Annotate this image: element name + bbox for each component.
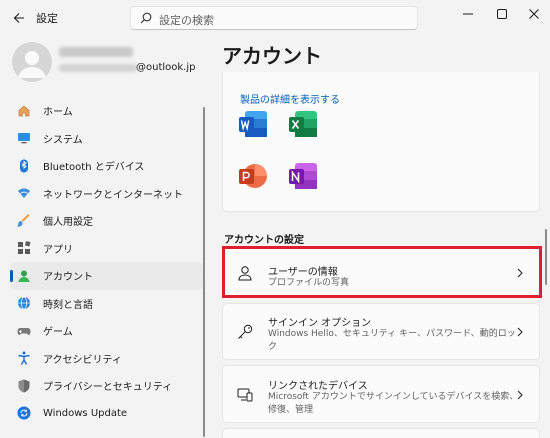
settings-row-linked-devices[interactable]: リンクされたデバイス Microsoft アカウントでサインインしているデバイス… bbox=[222, 365, 540, 423]
sidebar-item-apps[interactable]: アプリ bbox=[10, 235, 203, 263]
settings-row-your-info[interactable]: ユーザーの情報 プロファイルの写真 bbox=[222, 246, 540, 298]
default-user-icon bbox=[18, 51, 46, 78]
sidebar-item-label: ゲーム bbox=[43, 327, 73, 339]
user-email-redacted bbox=[59, 64, 137, 72]
brush-icon bbox=[17, 213, 31, 228]
sidebar-item-windows-update[interactable]: Windows Update bbox=[10, 400, 203, 428]
sidebar-item-bluetooth[interactable]: Bluetooth とデバイス bbox=[10, 152, 203, 180]
office-products-card: 製品の詳細を表示する bbox=[222, 72, 540, 212]
user-profile: @outlook.jp bbox=[12, 42, 212, 82]
sidebar-item-label: アプリ bbox=[43, 244, 73, 256]
sidebar-item-home[interactable]: ホーム bbox=[10, 97, 203, 125]
sidebar-item-personalization[interactable]: 個人用設定 bbox=[10, 207, 203, 235]
sidebar-item-label: アクセシビリティ bbox=[43, 354, 122, 366]
onenote-icon[interactable] bbox=[287, 160, 319, 192]
maximize-icon bbox=[497, 9, 507, 19]
sidebar-item-label: Windows Update bbox=[43, 407, 128, 419]
sidebar-item-gaming[interactable]: ゲーム bbox=[10, 317, 203, 345]
bluetooth-icon bbox=[17, 159, 31, 173]
chevron-right-icon bbox=[517, 327, 523, 337]
row-subtitle-line1: Windows Hello、セキュリティ キー、パスワード、動的ロッ bbox=[268, 329, 516, 339]
globe-clock-icon bbox=[17, 296, 31, 310]
sidebar-item-label: 個人用設定 bbox=[43, 217, 93, 229]
shield-icon bbox=[17, 379, 31, 393]
user-name-redacted bbox=[59, 47, 133, 57]
row-subtitle: プロファイルの写真 bbox=[268, 278, 350, 288]
content-scrollbar[interactable] bbox=[545, 229, 547, 285]
app-title: 設定 bbox=[36, 12, 58, 25]
powerpoint-icon[interactable] bbox=[237, 160, 269, 192]
active-indicator bbox=[10, 270, 13, 282]
settings-row-sign-in-options[interactable]: サインイン オプション Windows Hello、セキュリティ キー、パスワー… bbox=[222, 303, 540, 360]
main-content: 製品の詳細を表示する アカウントの設定 ユーザーの情報 プロファイルの写真 サイ… bbox=[222, 72, 542, 438]
account-settings-section-title: アカウントの設定 bbox=[224, 235, 304, 246]
sidebar-item-system[interactable]: システム bbox=[10, 125, 203, 153]
row-subtitle-line2: ク bbox=[268, 342, 278, 352]
back-arrow-icon bbox=[13, 13, 24, 23]
sidebar-item-label: ネットワークとインターネット bbox=[43, 189, 183, 201]
view-product-details-link[interactable]: 製品の詳細を表示する bbox=[240, 91, 340, 106]
sidebar-item-privacy[interactable]: プライバシーとセキュリティ bbox=[10, 372, 203, 400]
maximize-button[interactable] bbox=[490, 4, 514, 24]
search-placeholder: 設定の検索 bbox=[159, 14, 214, 27]
sidebar-scrollbar[interactable] bbox=[203, 107, 205, 437]
wifi-icon bbox=[17, 186, 31, 200]
person-icon bbox=[238, 266, 252, 281]
excel-icon[interactable] bbox=[287, 108, 319, 140]
title-bar: 設定 設定の検索 bbox=[0, 0, 550, 36]
sidebar-item-accounts[interactable]: アカウント bbox=[10, 262, 203, 290]
avatar bbox=[12, 42, 52, 82]
account-icon bbox=[17, 269, 31, 283]
key-icon bbox=[238, 324, 253, 339]
word-icon[interactable] bbox=[237, 108, 269, 140]
chevron-right-icon bbox=[517, 390, 523, 400]
sidebar-item-time-language[interactable]: 時刻と言語 bbox=[10, 290, 203, 318]
sidebar-item-label: ホーム bbox=[43, 107, 73, 119]
close-icon bbox=[529, 9, 539, 19]
settings-row-next[interactable] bbox=[222, 428, 540, 438]
row-subtitle-line2: 修復、管理 bbox=[268, 405, 314, 415]
back-button[interactable] bbox=[8, 7, 30, 29]
minimize-icon bbox=[463, 13, 473, 15]
sidebar-item-network[interactable]: ネットワークとインターネット bbox=[10, 180, 203, 208]
row-subtitle-line1: Microsoft アカウントでサインインしているデバイスを検索、 bbox=[268, 392, 519, 402]
sidebar-item-label: 時刻と言語 bbox=[43, 299, 93, 311]
minimize-button[interactable] bbox=[456, 4, 480, 24]
sidebar-item-label: プライバシーとセキュリティ bbox=[43, 382, 173, 394]
system-icon bbox=[17, 131, 31, 145]
update-icon bbox=[17, 406, 31, 420]
chevron-right-icon bbox=[517, 268, 523, 278]
close-button[interactable] bbox=[522, 4, 546, 24]
search-box[interactable]: 設定の検索 bbox=[130, 6, 418, 30]
row-title: リンクされたデバイス bbox=[268, 381, 368, 392]
sidebar-item-label: Bluetooth とデバイス bbox=[43, 162, 145, 174]
accessibility-icon bbox=[17, 351, 31, 366]
devices-icon bbox=[237, 388, 253, 402]
gamepad-icon bbox=[17, 324, 31, 338]
home-icon bbox=[17, 104, 31, 118]
search-icon bbox=[140, 12, 152, 24]
page-title: アカウント bbox=[222, 44, 322, 68]
row-title: サインイン オプション bbox=[268, 318, 372, 329]
apps-icon bbox=[17, 241, 31, 255]
sidebar-item-label: システム bbox=[43, 134, 83, 146]
row-title: ユーザーの情報 bbox=[268, 267, 338, 278]
sidebar-item-accessibility[interactable]: アクセシビリティ bbox=[10, 345, 203, 373]
user-email-domain: @outlook.jp bbox=[136, 62, 196, 73]
sidebar-item-label: アカウント bbox=[43, 272, 93, 284]
sidebar-nav: ホーム システム Bluetooth とデバイス ネットワークとインターネット … bbox=[10, 97, 203, 427]
